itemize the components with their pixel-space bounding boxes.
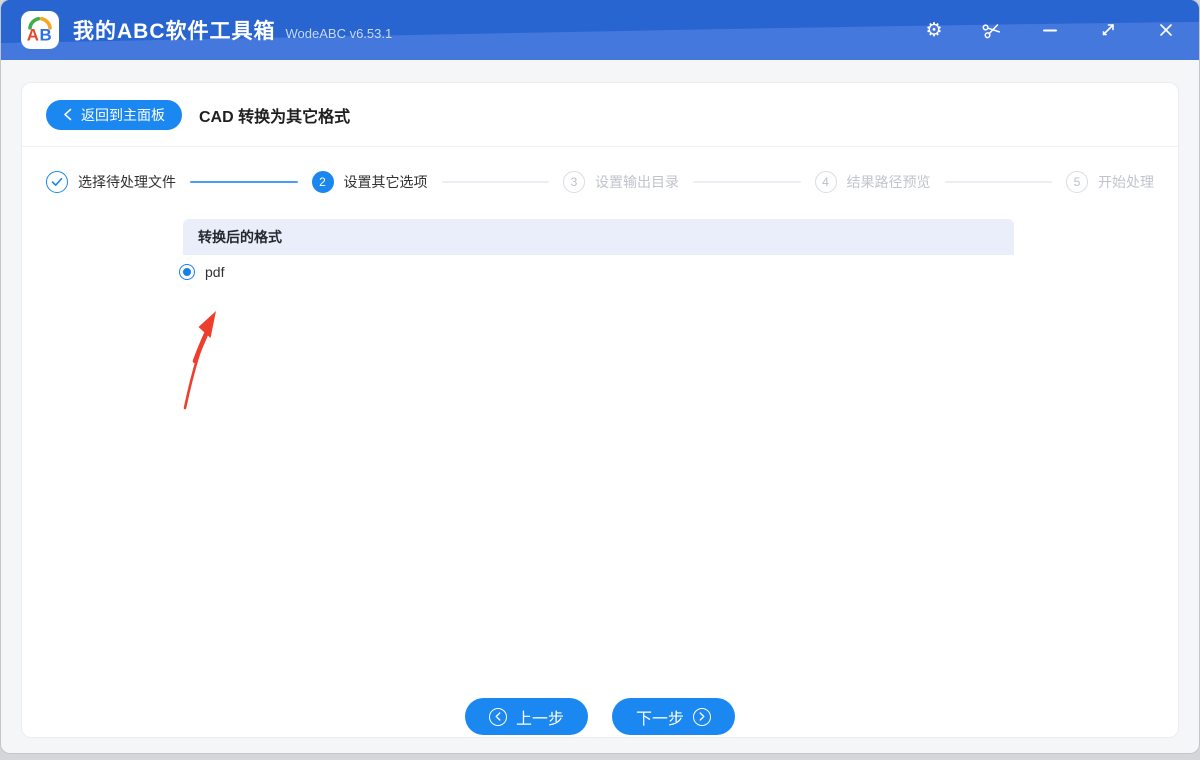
previous-step-button[interactable]: 上一步 xyxy=(464,698,588,735)
close-button[interactable] xyxy=(1153,17,1179,43)
app-logo-icon: A B xyxy=(21,11,59,49)
back-button-label: 返回到主面板 xyxy=(81,106,165,123)
step-connector xyxy=(944,181,1052,183)
previous-step-label: 上一步 xyxy=(515,710,564,728)
radio-button-icon[interactable] xyxy=(179,264,195,280)
step-connector xyxy=(441,181,549,183)
step-4-circle: 4 xyxy=(814,171,837,193)
screenshot-button[interactable] xyxy=(979,17,1005,43)
step-5-label: 开始处理 xyxy=(1098,174,1154,190)
svg-text:A: A xyxy=(27,26,39,45)
diagonal-arrows-icon xyxy=(1102,24,1114,36)
next-step-label: 下一步 xyxy=(636,710,685,728)
step-content: 转换后的格式 pdf xyxy=(22,193,1178,410)
app-window: A B 我的ABC软件工具箱 WodeABC v6.53.1 ⚙ 返回到主面板 … xyxy=(1,0,1199,753)
step-select-files: 1 选择待处理文件 xyxy=(46,171,176,193)
format-option-label: pdf xyxy=(205,264,225,280)
wizard-footer: 上一步 下一步 xyxy=(22,698,1178,735)
step-connector xyxy=(190,181,298,183)
scissors-icon xyxy=(982,24,1001,39)
step-connector xyxy=(693,181,801,183)
step-4-label: 结果路径预览 xyxy=(846,174,931,190)
circle-chevron-left-icon xyxy=(488,707,507,726)
main-card: 返回到主面板 CAD 转换为其它格式 1 选择待处理文件 xyxy=(21,82,1179,738)
wizard-steps: 1 选择待处理文件 2 设置其它选项 xyxy=(22,147,1178,193)
step-2-label: 设置其它选项 xyxy=(343,174,428,190)
gear-icon: ⚙ xyxy=(925,18,943,41)
page-title: CAD 转换为其它格式 xyxy=(199,108,351,126)
step-2-circle: 2 xyxy=(311,171,334,193)
format-panel-header: 转换后的格式 xyxy=(183,219,1014,255)
app-title: 我的ABC软件工具箱 xyxy=(73,20,276,43)
chevron-left-icon xyxy=(64,108,72,121)
step-5-circle: 5 xyxy=(1066,171,1088,193)
svg-text:B: B xyxy=(39,26,51,45)
annotation-arrow xyxy=(183,311,216,410)
panel-title: 转换后的格式 xyxy=(198,229,282,245)
circle-chevron-right-icon xyxy=(693,707,712,726)
card-header: 返回到主面板 CAD 转换为其它格式 xyxy=(22,83,1178,147)
resize-button[interactable] xyxy=(1095,17,1121,43)
minus-icon xyxy=(1043,29,1057,32)
step-set-options: 2 设置其它选项 xyxy=(311,171,428,193)
step-1-label: 选择待处理文件 xyxy=(78,174,176,190)
titlebar: A B 我的ABC软件工具箱 WodeABC v6.53.1 ⚙ xyxy=(1,0,1199,60)
back-to-main-button[interactable]: 返回到主面板 xyxy=(46,99,182,130)
minimize-button[interactable] xyxy=(1037,17,1063,43)
x-icon xyxy=(1160,24,1172,36)
step-3-label: 设置输出目录 xyxy=(595,174,679,190)
settings-button[interactable]: ⚙ xyxy=(921,17,947,43)
step-result-preview: 4 结果路径预览 xyxy=(814,171,931,193)
format-option-pdf[interactable]: pdf xyxy=(179,264,224,280)
step-start-process: 5 开始处理 xyxy=(1066,171,1154,193)
app-version: WodeABC v6.53.1 xyxy=(285,26,393,41)
step-output-dir: 3 设置输出目录 xyxy=(563,171,679,193)
next-step-button[interactable]: 下一步 xyxy=(612,698,736,735)
check-icon xyxy=(51,177,63,186)
step-1-circle: 1 xyxy=(46,171,68,193)
step-3-circle: 3 xyxy=(563,171,585,193)
